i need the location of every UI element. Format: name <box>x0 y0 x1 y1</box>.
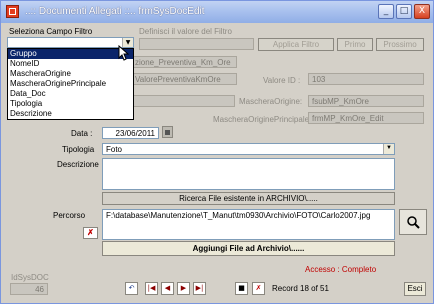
first-record-icon: |◀ <box>147 284 156 292</box>
next-button[interactable]: Prossimo <box>376 38 424 51</box>
mouse-cursor-icon <box>118 45 130 61</box>
dropdown-option[interactable]: MascheraOrigine <box>8 69 133 79</box>
magnifier-icon <box>407 216 420 229</box>
first-button[interactable]: Primo <box>337 38 373 51</box>
save-icon: ■ <box>238 284 245 292</box>
dropdown-option[interactable]: NomeID <box>8 59 133 69</box>
filter-field-combo[interactable]: ▼ <box>7 37 134 48</box>
title-bar[interactable]: ..:: Documenti Allegati ::.. frmSysDocEd… <box>1 1 433 23</box>
percorso-field[interactable]: F:\database\Manutenzione\T_Manut\tm0930\… <box>102 209 395 240</box>
tipologia-label: Tipologia <box>62 145 95 154</box>
undo-button[interactable]: ↶ <box>125 282 138 295</box>
app-icon <box>6 5 19 18</box>
next-record-button[interactable]: ▶ <box>177 282 190 295</box>
ricerca-file-button[interactable]: Ricerca File esistente in ARCHIVIO\..... <box>102 192 395 205</box>
save-button[interactable]: ■ <box>235 282 248 295</box>
percorso-label: Percorso <box>53 211 86 220</box>
filter-field-dropdown[interactable]: Gruppo NomeID MascheraOrigine MascheraOrigi… <box>7 48 134 120</box>
next-icon: ▶ <box>180 284 187 292</box>
maschera-principale-field[interactable]: frmMP_KmOre_Edit <box>308 112 424 124</box>
data-doc-field[interactable] <box>131 95 235 107</box>
record-counter: Record 18 of 51 <box>272 284 329 293</box>
dropdown-option[interactable]: MascheraOriginePrincipale <box>8 79 133 89</box>
chevron-down-icon[interactable]: ▼ <box>383 144 394 154</box>
access-status: Accesso : Completo <box>305 265 377 274</box>
minimize-button[interactable]: _ <box>378 4 394 19</box>
delete-record-button[interactable]: ✗ <box>252 282 265 295</box>
filter-value-input[interactable] <box>139 38 254 50</box>
data-input[interactable]: 23/06/2011 <box>102 127 159 139</box>
clear-path-button[interactable]: ✗ <box>83 227 98 239</box>
last-record-button[interactable]: ▶| <box>193 282 206 295</box>
valore-id-field[interactable]: 103 <box>308 73 424 85</box>
delete-icon: ✗ <box>255 284 262 292</box>
maschera-origine-field[interactable]: fsubMP_KmOre <box>308 95 424 107</box>
apply-filter-button[interactable]: Applica Filtro <box>258 38 334 51</box>
dropdown-option[interactable]: Descrizione <box>8 109 133 119</box>
delete-file-icon: ✗ <box>87 228 94 237</box>
descrizione-label: Descrizione <box>57 160 99 169</box>
filter-value-label: Definisci il valore del Filtro <box>139 27 232 36</box>
calendar-icon <box>165 130 170 135</box>
first-record-button[interactable]: |◀ <box>145 282 158 295</box>
close-button[interactable]: X <box>414 4 430 19</box>
filter-field-label: Seleziona Campo Filtro <box>9 27 93 36</box>
previous-icon: ◀ <box>164 284 171 292</box>
idsysdoc-caption: IdSysDOC <box>11 273 49 282</box>
window-title: ..:: Documenti Allegati ::.. frmSysDocEd… <box>25 6 205 17</box>
data-label: Data : <box>71 129 93 138</box>
browse-button[interactable] <box>399 209 427 235</box>
dropdown-option[interactable]: Data_Doc <box>8 89 133 99</box>
nomeid-field[interactable]: ValorePreventivaKmOre <box>131 73 237 85</box>
idsysdoc-field[interactable]: 46 <box>10 283 48 295</box>
aggiungi-file-button[interactable]: Aggiungi File ad Archivio\...... <box>102 241 395 256</box>
valore-id-label: Valore ID : <box>263 76 301 85</box>
exit-button[interactable]: Esci <box>404 282 426 296</box>
last-record-icon: ▶| <box>195 284 204 292</box>
previous-record-button[interactable]: ◀ <box>161 282 174 295</box>
maschera-principale-label: MascheraOriginePrincipale : <box>213 115 314 124</box>
window: ..:: Documenti Allegati ::.. frmSysDocEd… <box>0 0 434 304</box>
descrizione-textarea[interactable] <box>102 158 395 190</box>
dropdown-option[interactable]: Tipologia <box>8 99 133 109</box>
gruppo-field[interactable]: zione_Preventiva_Km_Ore <box>131 56 237 68</box>
tipologia-value: Foto <box>106 145 123 154</box>
undo-icon: ↶ <box>128 284 135 292</box>
tipologia-select[interactable]: Foto ▼ <box>102 143 395 155</box>
maschera-origine-label: MascheraOrigine: <box>239 97 303 106</box>
dropdown-option[interactable]: Gruppo <box>8 49 133 59</box>
calendar-button[interactable] <box>162 126 173 138</box>
maximize-button[interactable]: □ <box>396 4 412 19</box>
